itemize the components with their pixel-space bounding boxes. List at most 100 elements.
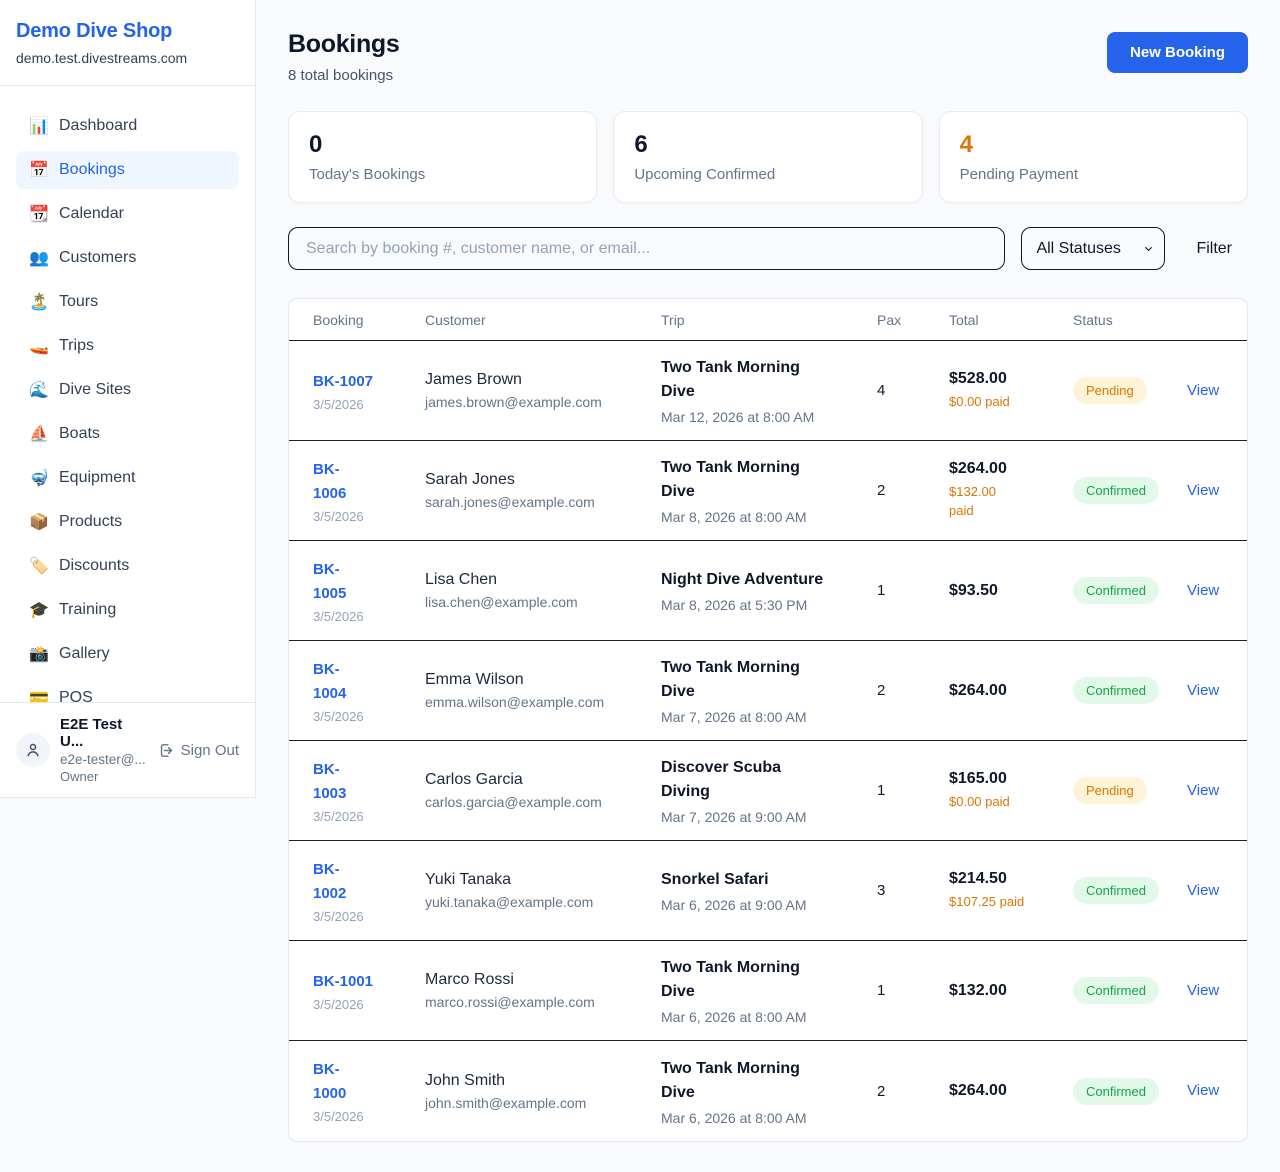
booking-number-link[interactable]: BK- 1006	[313, 458, 346, 506]
sidebar-item-label: Bookings	[59, 161, 125, 179]
column-header-total: Total	[949, 312, 1073, 328]
sidebar-item-equipment[interactable]: 🤿 Equipment	[16, 459, 239, 497]
view-link[interactable]: View	[1187, 382, 1219, 399]
column-header-customer: Customer	[425, 312, 661, 328]
paid-amount: $132.00 paid	[949, 483, 1073, 521]
booking-number-link[interactable]: BK-1001	[313, 970, 373, 994]
trip-datetime: Mar 6, 2026 at 8:00 AM	[661, 1110, 877, 1126]
booking-number-link[interactable]: BK- 1005	[313, 558, 346, 606]
trip-datetime: Mar 8, 2026 at 8:00 AM	[661, 509, 877, 525]
stats-row: 0 Today's Bookings 6 Upcoming Confirmed …	[288, 111, 1248, 203]
sidebar-item-label: Dive Sites	[59, 381, 131, 399]
sidebar-item-label: Calendar	[59, 205, 124, 223]
stat-value: 0	[309, 131, 576, 159]
total-cell: $214.50 $107.25 paid	[949, 870, 1073, 912]
status-select-wrap: All Statuses	[1021, 227, 1165, 270]
main-content: Bookings 8 total bookings New Booking 0 …	[256, 0, 1280, 1172]
stat-card: 6 Upcoming Confirmed	[613, 111, 922, 203]
customer-email: marco.rossi@example.com	[425, 994, 661, 1010]
view-link[interactable]: View	[1187, 582, 1219, 599]
booking-number-link[interactable]: BK- 1004	[313, 658, 346, 706]
sidebar-item-calendar[interactable]: 📆 Calendar	[16, 195, 239, 233]
total-amount: $93.50	[949, 582, 1073, 600]
trip-cell: Two Tank Morning Dive Mar 12, 2026 at 8:…	[661, 356, 877, 425]
total-amount: $132.00	[949, 982, 1073, 1000]
sidebar-item-customers[interactable]: 👥 Customers	[16, 239, 239, 277]
search-input[interactable]	[288, 227, 1005, 270]
status-badge: Confirmed	[1073, 1078, 1159, 1105]
customer-email: carlos.garcia@example.com	[425, 794, 661, 810]
total-amount: $165.00	[949, 770, 1073, 788]
view-link[interactable]: View	[1187, 782, 1219, 799]
table-row: BK- 1005 3/5/2026 Lisa Chen lisa.chen@ex…	[289, 541, 1247, 641]
booking-date: 3/5/2026	[313, 709, 425, 724]
user-role: Owner	[60, 769, 148, 784]
sidebar-item-products[interactable]: 📦 Products	[16, 503, 239, 541]
trip-name: Two Tank Morning Dive	[661, 956, 877, 1004]
booking-number-link[interactable]: BK-1007	[313, 370, 373, 394]
sidebar-item-dashboard[interactable]: 📊 Dashboard	[16, 107, 239, 145]
customer-name: Marco Rossi	[425, 971, 661, 989]
trip-cell: Two Tank Morning Dive Mar 7, 2026 at 8:0…	[661, 656, 877, 725]
booking-cell: BK- 1003 3/5/2026	[313, 758, 425, 824]
view-link[interactable]: View	[1187, 882, 1219, 899]
bookings-table: BookingCustomerTripPaxTotalStatus BK-100…	[288, 298, 1248, 1142]
status-badge: Confirmed	[1073, 977, 1159, 1004]
trip-name: Snorkel Safari	[661, 868, 877, 892]
speedboat-icon: 🚤	[28, 336, 50, 356]
sidebar-item-tours[interactable]: 🏝️ Tours	[16, 283, 239, 321]
sidebar-item-discounts[interactable]: 🏷️ Discounts	[16, 547, 239, 585]
camera-icon: 📸	[28, 644, 50, 664]
status-badge: Confirmed	[1073, 677, 1159, 704]
booking-number-link[interactable]: BK- 1003	[313, 758, 346, 806]
sidebar-item-trips[interactable]: 🚤 Trips	[16, 327, 239, 365]
sidebar-item-dive-sites[interactable]: 🌊 Dive Sites	[16, 371, 239, 409]
table-row: BK-1007 3/5/2026 James Brown james.brown…	[289, 341, 1247, 441]
view-cell: View	[1187, 882, 1223, 900]
trip-name: Two Tank Morning Dive	[661, 656, 877, 704]
table-body: BK-1007 3/5/2026 James Brown james.brown…	[289, 341, 1247, 1141]
stat-label: Today's Bookings	[309, 166, 576, 183]
total-cell: $165.00 $0.00 paid	[949, 770, 1073, 812]
trip-cell: Night Dive Adventure Mar 8, 2026 at 5:30…	[661, 568, 877, 613]
booking-cell: BK-1007 3/5/2026	[313, 370, 425, 412]
customer-name: Lisa Chen	[425, 571, 661, 589]
status-badge: Pending	[1073, 777, 1147, 804]
view-link[interactable]: View	[1187, 682, 1219, 699]
booking-number-link[interactable]: BK- 1002	[313, 858, 346, 906]
customer-email: john.smith@example.com	[425, 1095, 661, 1111]
sign-out-button[interactable]: Sign Out	[158, 742, 239, 759]
sidebar-item-label: Boats	[59, 425, 100, 443]
customer-email: emma.wilson@example.com	[425, 694, 661, 710]
pax-count: 4	[877, 382, 949, 399]
total-cell: $528.00 $0.00 paid	[949, 370, 1073, 412]
total-amount: $214.50	[949, 870, 1073, 888]
view-link[interactable]: View	[1187, 482, 1219, 499]
sidebar-nav: 📊 Dashboard 📅 Bookings 📆 Calendar 👥 Cust…	[0, 86, 255, 717]
brand-title[interactable]: Demo Dive Shop	[16, 20, 239, 43]
sidebar-item-boats[interactable]: ⛵ Boats	[16, 415, 239, 453]
brand-domain: demo.test.divestreams.com	[16, 50, 239, 66]
status-cell: Confirmed	[1073, 977, 1187, 1004]
status-select[interactable]: All Statuses	[1021, 227, 1165, 270]
pax-count: 2	[877, 482, 949, 499]
sidebar-item-training[interactable]: 🎓 Training	[16, 591, 239, 629]
total-cell: $264.00	[949, 682, 1073, 700]
booking-cell: BK- 1005 3/5/2026	[313, 558, 425, 624]
sidebar: Demo Dive Shop demo.test.divestreams.com…	[0, 0, 256, 798]
new-booking-button[interactable]: New Booking	[1107, 32, 1248, 73]
page-title: Bookings	[288, 30, 400, 59]
view-cell: View	[1187, 482, 1223, 500]
booking-number-link[interactable]: BK- 1000	[313, 1058, 346, 1106]
column-header-trip: Trip	[661, 312, 877, 328]
total-amount: $528.00	[949, 370, 1073, 388]
total-amount: $264.00	[949, 682, 1073, 700]
view-link[interactable]: View	[1187, 1082, 1219, 1099]
sidebar-item-bookings[interactable]: 📅 Bookings	[16, 151, 239, 189]
view-link[interactable]: View	[1187, 982, 1219, 999]
page-header: Bookings 8 total bookings New Booking	[288, 30, 1248, 84]
filter-button[interactable]: Filter	[1196, 240, 1232, 258]
trip-name: Discover Scuba Diving	[661, 756, 877, 804]
filter-row: All Statuses Filter	[288, 227, 1248, 270]
sidebar-item-gallery[interactable]: 📸 Gallery	[16, 635, 239, 673]
